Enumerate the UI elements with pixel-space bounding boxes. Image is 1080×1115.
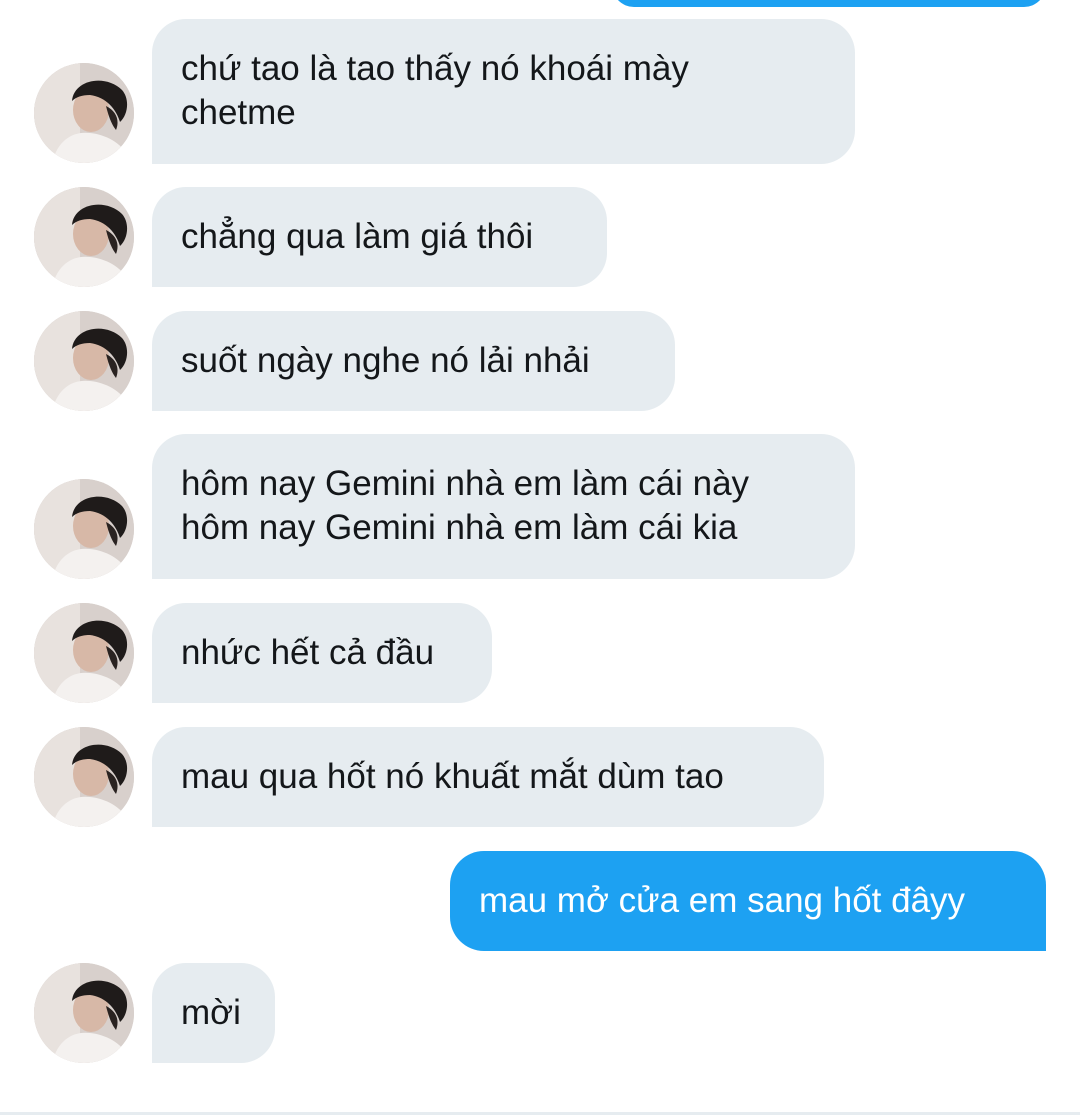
chat-thread: chứ tao là tao thấy nó khoái mày chetme … [0,0,1080,1115]
contact-avatar[interactable] [34,727,134,827]
profile-photo-icon [34,603,134,703]
contact-avatar[interactable] [34,603,134,703]
outgoing-message-bubble-partial[interactable] [612,0,1046,7]
incoming-message-bubble[interactable]: mời [152,963,275,1063]
profile-photo-icon [34,187,134,287]
profile-photo-icon [34,63,134,163]
contact-avatar[interactable] [34,187,134,287]
incoming-message-bubble[interactable]: hôm nay Gemini nhà em làm cái này hôm na… [152,434,855,579]
incoming-message-bubble[interactable]: chẳng qua làm giá thôi [152,187,607,287]
contact-avatar[interactable] [34,963,134,1063]
incoming-message-bubble[interactable]: mau qua hốt nó khuất mắt dùm tao [152,727,824,827]
contact-avatar[interactable] [34,63,134,163]
outgoing-message-bubble[interactable]: mau mở cửa em sang hốt đâyy [450,851,1046,951]
profile-photo-icon [34,479,134,579]
incoming-message-bubble[interactable]: suốt ngày nghe nó lải nhải [152,311,675,411]
contact-avatar[interactable] [34,479,134,579]
profile-photo-icon [34,963,134,1063]
incoming-message-bubble[interactable]: chứ tao là tao thấy nó khoái mày chetme [152,19,855,164]
profile-photo-icon [34,311,134,411]
profile-photo-icon [34,727,134,827]
contact-avatar[interactable] [34,311,134,411]
incoming-message-bubble[interactable]: nhức hết cả đầu [152,603,492,703]
